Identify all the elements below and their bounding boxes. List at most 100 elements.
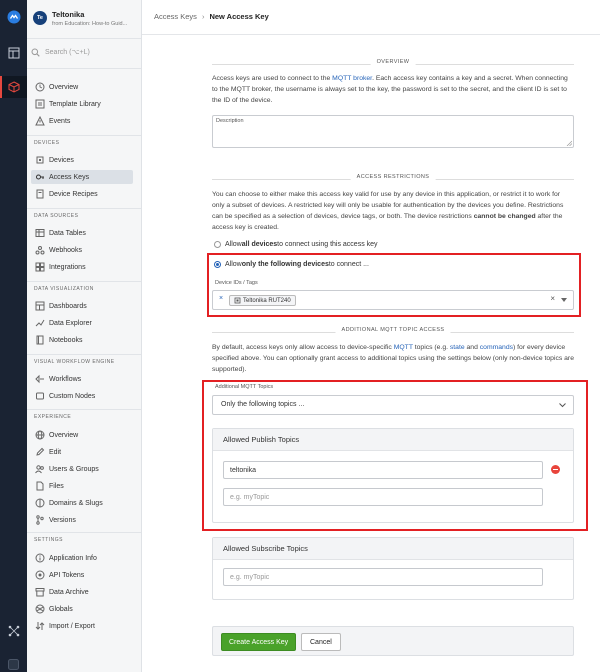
- sidebar-item-label: Devices: [49, 156, 74, 164]
- breadcrumb-separator: ›: [201, 12, 205, 21]
- mqtt-broker-link[interactable]: MQTT broker: [332, 75, 372, 82]
- resize-handle-icon[interactable]: [566, 140, 572, 146]
- application-header[interactable]: Te Teltonika from Education: How-to Guid…: [33, 10, 138, 32]
- sidebar-item-label: Webhooks: [49, 246, 82, 254]
- application-cube-icon[interactable]: [0, 78, 27, 96]
- sidebar-section-title: DEVICES: [34, 140, 60, 146]
- subscribe-topics-title: Allowed Subscribe Topics: [223, 544, 308, 553]
- sidebar-item-label: Overview: [49, 431, 79, 439]
- state-link[interactable]: state: [450, 344, 465, 351]
- sidebar-item-data-tables[interactable]: Data Tables: [31, 226, 133, 240]
- files-icon: [35, 481, 45, 491]
- sidebar-item-overview[interactable]: Overview: [31, 80, 133, 94]
- radio-unselected-icon: [214, 241, 221, 248]
- description-field[interactable]: Description: [212, 115, 574, 148]
- overview-icon: [35, 82, 45, 92]
- globals-icon: [35, 604, 45, 614]
- highlight-box-device-restriction: [207, 253, 581, 317]
- divider: [27, 532, 141, 533]
- sidebar-item-users-groups[interactable]: Users & Groups: [31, 462, 133, 476]
- webhook-icon: [35, 245, 45, 255]
- sidebar-item-data-explorer[interactable]: Data Explorer: [31, 316, 133, 330]
- explorer-icon: [35, 318, 45, 328]
- info-icon: [35, 553, 45, 563]
- overview-section-header: OVERVIEW: [212, 59, 574, 69]
- mqtt-link[interactable]: MQTT: [394, 344, 413, 351]
- sidebar-item-label: Versions: [49, 516, 76, 524]
- losant-logo-icon[interactable]: [0, 8, 27, 26]
- sidebar-section-title: DATA VISUALIZATION: [34, 286, 94, 292]
- sidebar-item-notebooks[interactable]: Notebooks: [31, 333, 133, 347]
- sidebar-item-access-keys[interactable]: Access Keys: [31, 170, 133, 184]
- devices-icon: [35, 155, 45, 165]
- mqtt-section-header: ADDITIONAL MQTT TOPIC ACCESS: [212, 327, 574, 337]
- dashboard-rail-icon[interactable]: [0, 44, 27, 62]
- mqtt-text: By default, access keys only allow acces…: [212, 344, 574, 373]
- app-rail: [0, 0, 27, 672]
- form-actions: Create Access Key Cancel: [212, 626, 574, 656]
- sidebar-item-label: Data Tables: [49, 229, 86, 237]
- users-icon: [35, 464, 45, 474]
- subscribe-topic-new-input[interactable]: e.g. myTopic: [223, 568, 543, 586]
- recipe-icon: [35, 189, 45, 199]
- sidebar-item-versions[interactable]: Versions: [31, 513, 133, 527]
- integration-network-icon[interactable]: [0, 622, 27, 640]
- sidebar-item-data-archive[interactable]: Data Archive: [31, 585, 133, 599]
- sidebar-item-label: Application Info: [49, 554, 97, 562]
- edit-icon: [35, 447, 45, 457]
- sidebar-item-webhooks[interactable]: Webhooks: [31, 243, 133, 257]
- divider: [27, 38, 141, 39]
- page-title: New Access Key: [209, 12, 269, 21]
- sidebar-item-label: Custom Nodes: [49, 392, 96, 400]
- application-subtitle: from Education: How-to Guid...: [52, 21, 128, 27]
- sidebar-item-dashboards[interactable]: Dashboards: [31, 299, 133, 313]
- sidebar-item-label: Import / Export: [49, 622, 95, 630]
- sidebar-item-workflows[interactable]: Workflows: [31, 372, 133, 386]
- sidebar-section-title: VISUAL WORKFLOW ENGINE: [34, 359, 115, 365]
- sidebar-item-label: Notebooks: [49, 336, 83, 344]
- sidebar-item-events[interactable]: Events: [31, 114, 133, 128]
- custom-node-icon: [35, 391, 45, 401]
- sidebar-item-devices[interactable]: Devices: [31, 153, 133, 167]
- radio-all-devices[interactable]: Allow all devices to connect using this …: [214, 241, 378, 248]
- search-input[interactable]: Search (⌥+L): [31, 44, 138, 60]
- description-label: Description: [216, 118, 244, 124]
- sidebar-item-application-info[interactable]: Application Info: [31, 551, 133, 565]
- sidebar-item-custom-nodes[interactable]: Custom Nodes: [31, 389, 133, 403]
- sidebar-item-label: Users & Groups: [49, 465, 99, 473]
- commands-link[interactable]: commands: [480, 344, 513, 351]
- sidebar-item-edit[interactable]: Edit: [31, 445, 133, 459]
- table-icon: [35, 228, 45, 238]
- domains-icon: [35, 498, 45, 508]
- sidebar-item-integrations[interactable]: Integrations: [31, 260, 133, 274]
- create-access-key-button[interactable]: Create Access Key: [221, 633, 297, 651]
- divider: [27, 354, 141, 355]
- sidebar-item-domains-slugs[interactable]: Domains & Slugs: [31, 496, 133, 510]
- sidebar-item-label: Device Recipes: [49, 190, 98, 198]
- sidebar-item-device-recipes[interactable]: Device Recipes: [31, 187, 133, 201]
- divider: [27, 281, 141, 282]
- workflow-icon: [35, 374, 45, 384]
- sidebar-item-import-export[interactable]: Import / Export: [31, 619, 133, 633]
- sidebar-item-files[interactable]: Files: [31, 479, 133, 493]
- sidebar-item-globals[interactable]: Globals: [31, 602, 133, 616]
- main-content: Access Keys › New Access Key OVERVIEW Acce…: [142, 0, 600, 672]
- application-name: Teltonika: [52, 10, 85, 19]
- cancel-button[interactable]: Cancel: [301, 633, 341, 651]
- sidebar-item-label: Overview: [49, 83, 79, 91]
- sidebar-item-label: Edit: [49, 448, 62, 456]
- archive-icon: [35, 587, 45, 597]
- restrictions-text: You can choose to either make this acces…: [212, 191, 564, 231]
- sidebar-section-title: DATA SOURCES: [34, 213, 79, 219]
- sidebar-item-label: Data Archive: [49, 588, 89, 596]
- sidebar-item-template-library[interactable]: Template Library: [31, 97, 133, 111]
- breadcrumb-parent[interactable]: Access Keys: [154, 12, 197, 21]
- sidebar-item-overview[interactable]: Overview: [31, 428, 133, 442]
- avatar: Te: [33, 11, 47, 25]
- sidebar-section-title: EXPERIENCE: [34, 414, 72, 420]
- divider: [27, 135, 141, 136]
- sidebar-item-api-tokens[interactable]: API Tokens: [31, 568, 133, 582]
- sidebar-item-label: Access Keys: [49, 173, 90, 181]
- user-menu-icon[interactable]: [0, 656, 27, 672]
- dashboard-icon: [35, 301, 45, 311]
